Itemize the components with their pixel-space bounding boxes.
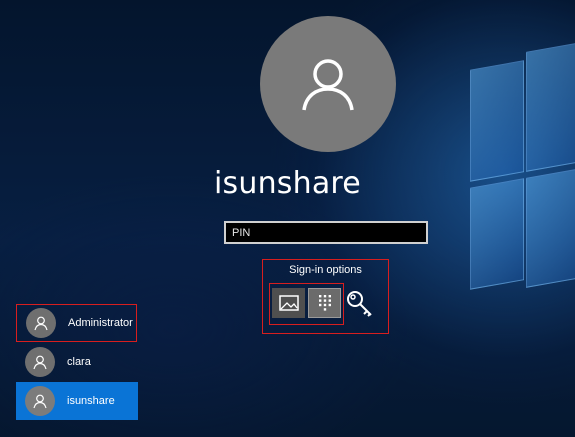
current-username: isunshare <box>214 166 361 201</box>
password-option-button[interactable] <box>343 288 376 318</box>
user-list-item-clara[interactable]: clara <box>16 343 138 381</box>
user-list-item-administrator[interactable]: Administrator <box>16 304 137 342</box>
pin-option-highlight <box>269 283 344 325</box>
key-icon <box>346 291 372 317</box>
pin-input[interactable] <box>224 221 428 244</box>
user-silhouette-icon <box>302 59 354 111</box>
user-list-item-label: isunshare <box>67 395 115 407</box>
avatar <box>26 308 56 338</box>
user-list-item-label: clara <box>67 356 91 368</box>
avatar <box>25 386 55 416</box>
user-list-item-label: Administrator <box>68 317 133 329</box>
user-list-item-isunshare[interactable]: isunshare <box>16 382 138 420</box>
avatar <box>25 347 55 377</box>
user-silhouette-icon <box>33 355 47 370</box>
user-avatar <box>260 16 396 152</box>
user-silhouette-icon <box>33 394 47 409</box>
user-silhouette-icon <box>34 316 48 331</box>
sign-in-options-label: Sign-in options <box>289 264 362 276</box>
